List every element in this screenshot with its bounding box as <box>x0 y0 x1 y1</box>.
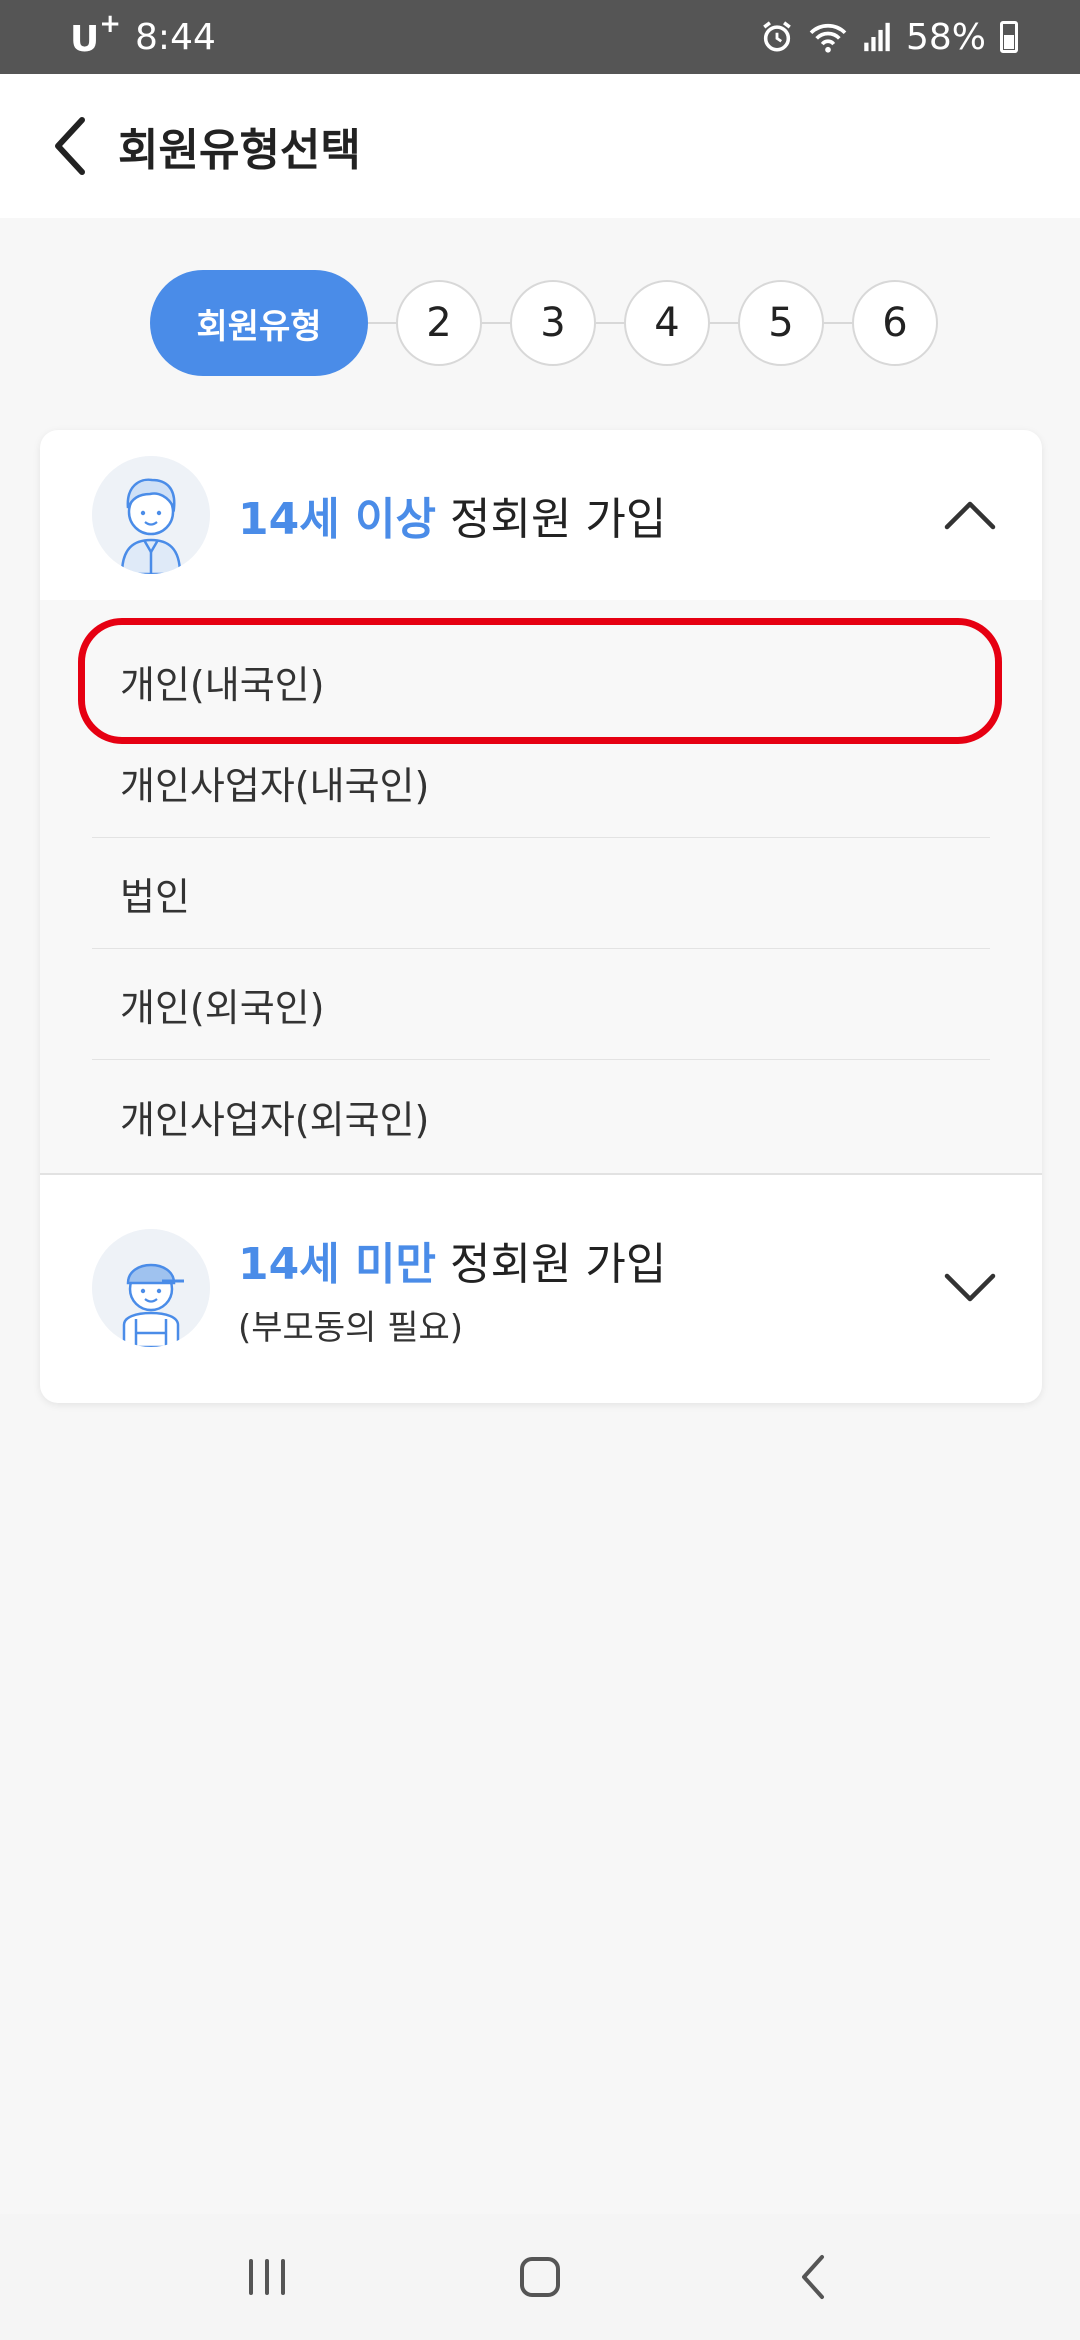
step-connector <box>482 322 510 324</box>
system-back-button[interactable] <box>753 2237 873 2317</box>
step-connector <box>368 322 396 324</box>
status-time: 8:44 <box>135 16 216 58</box>
app-header: 회원유형선택 <box>0 74 1080 218</box>
section-adult-text: 14세 이상 정회원 가입 <box>238 483 666 547</box>
section-adult-header[interactable]: 14세 이상 정회원 가입 <box>40 430 1042 600</box>
carrier-label: U+ <box>70 8 122 60</box>
selection-highlight <box>78 618 1002 744</box>
adult-options-list: 개인(내국인) 개인사업자(내국인) 법인 개인(외국인) 개인사업자(외국인) <box>40 600 1042 1175</box>
option-individual-foreign[interactable]: 개인(외국인) <box>92 950 990 1060</box>
recent-apps-icon <box>248 2259 285 2295</box>
wifi-icon <box>809 23 847 53</box>
battery-icon <box>1000 21 1018 53</box>
option-corporation[interactable]: 법인 <box>92 839 990 949</box>
back-icon <box>802 2255 825 2299</box>
page-title: 회원유형선택 <box>118 125 361 176</box>
step-3: 3 <box>510 280 596 366</box>
system-nav-bar <box>0 2214 1080 2340</box>
chevron-down-icon[interactable] <box>940 1258 1000 1318</box>
step-current: 회원유형 <box>150 270 368 376</box>
status-right: 58% <box>760 17 1018 58</box>
option-sole-proprietor-foreign[interactable]: 개인사업자(외국인) <box>92 1061 990 1171</box>
section-minor-title: 14세 미만 정회원 가입 <box>238 1238 667 1290</box>
status-bar: U+ 8:44 58% <box>0 0 1080 74</box>
status-left: U+ 8:44 <box>70 8 216 60</box>
option-sole-proprietor-domestic[interactable]: 개인사업자(내국인) <box>92 728 990 838</box>
step-connector <box>710 322 738 324</box>
step-connector <box>824 322 852 324</box>
section-minor-text: 14세 미만 정회원 가입 (부모동의 필요) <box>238 1228 666 1349</box>
chevron-up-icon[interactable] <box>940 485 1000 545</box>
alarm-icon <box>763 21 791 52</box>
section-minor-header[interactable]: 14세 미만 정회원 가입 (부모동의 필요) <box>40 1208 1042 1368</box>
back-button[interactable] <box>40 106 100 186</box>
step-4: 4 <box>624 280 710 366</box>
section-adult-title: 14세 이상 정회원 가입 <box>238 494 667 545</box>
step-indicator: 회원유형 2 3 4 5 6 <box>150 270 938 376</box>
section-minor-subtitle: (부모동의 필요) <box>238 1307 464 1348</box>
recent-apps-button[interactable] <box>207 2237 327 2317</box>
signal-icon <box>864 22 890 52</box>
battery-percent: 58% <box>905 16 986 58</box>
step-6: 6 <box>852 280 938 366</box>
home-button[interactable] <box>480 2237 600 2317</box>
home-icon <box>519 2257 560 2297</box>
child-avatar-icon <box>92 1229 210 1347</box>
step-connector <box>596 322 624 324</box>
chevron-left-icon <box>55 117 85 175</box>
member-type-card: 14세 이상 정회원 가입 개인(내국인) 개인사업자(내국인) 법인 개인(외… <box>40 430 1042 1403</box>
step-5: 5 <box>738 280 824 366</box>
step-2: 2 <box>396 280 482 366</box>
adult-avatar-icon <box>92 456 210 574</box>
